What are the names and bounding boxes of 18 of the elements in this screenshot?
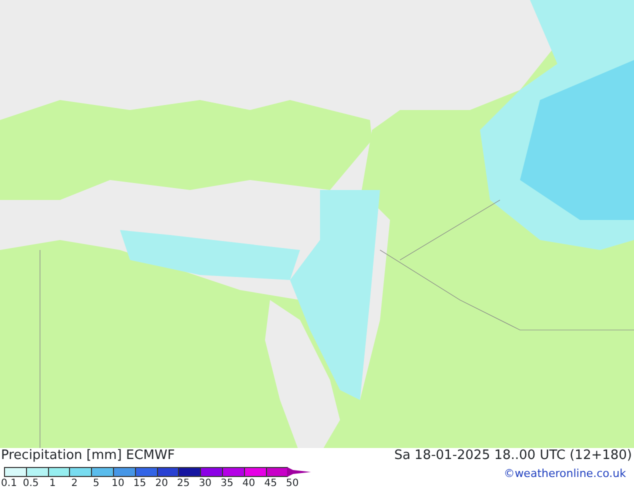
legend-label: 50 <box>286 478 299 489</box>
legend-label: 40 <box>242 478 256 489</box>
legend-label: 45 <box>264 478 277 489</box>
legend-label: 35 <box>220 478 234 489</box>
timestamp: Sa 18-01-2025 18..00 UTC (12+180) <box>394 449 632 462</box>
legend-label: 20 <box>155 478 168 489</box>
credit-link[interactable]: ©weatheronline.co.uk <box>504 468 626 479</box>
legend-label: 0.5 <box>22 478 39 489</box>
legend-label: 10 <box>112 478 124 489</box>
legend-label: 1 <box>49 478 56 489</box>
legend-label: 25 <box>177 478 190 489</box>
arrow-icon <box>287 467 312 477</box>
legend-label: 5 <box>93 478 100 489</box>
legend-label: 0.1 <box>1 478 17 489</box>
legend-label: 30 <box>198 478 212 489</box>
legend-label: 15 <box>133 478 146 489</box>
legend-title: Precipitation [mm] ECMWF <box>1 449 175 462</box>
legend-label: 2 <box>71 478 78 489</box>
